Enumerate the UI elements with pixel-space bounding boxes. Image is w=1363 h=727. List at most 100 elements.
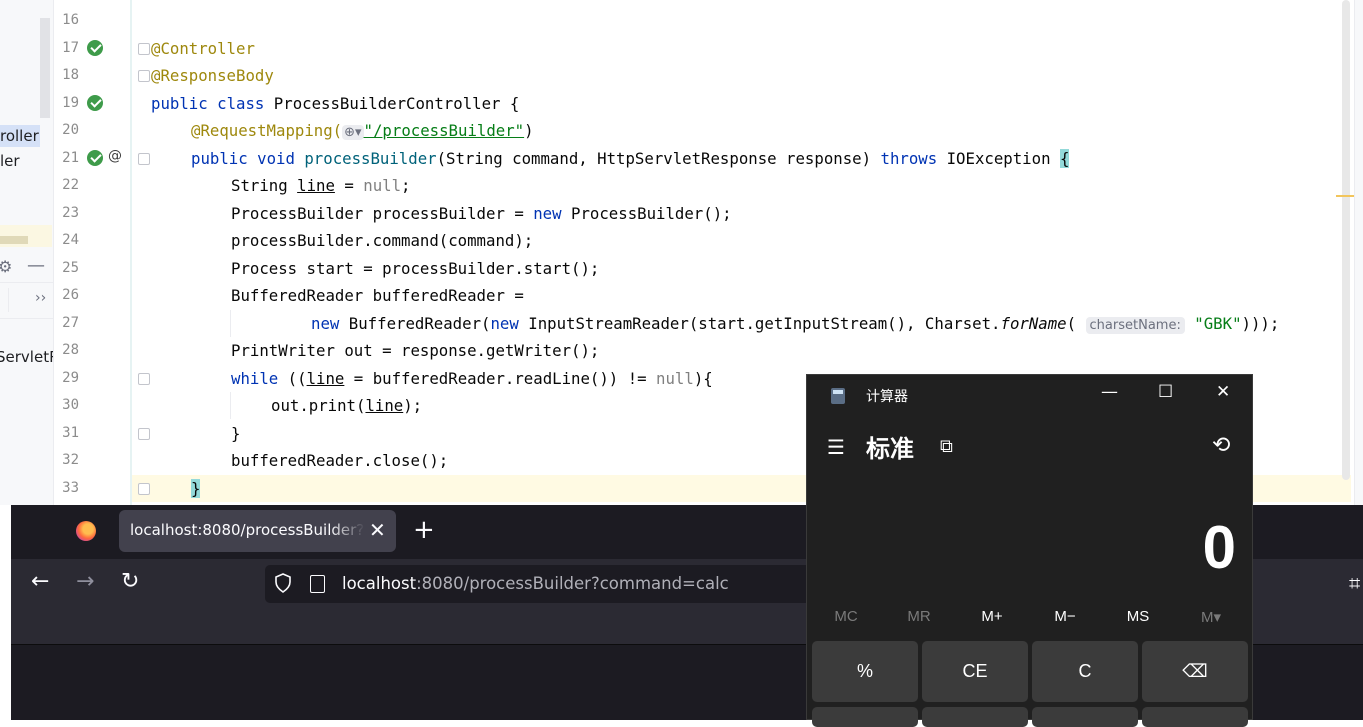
project-scrollbar[interactable]	[40, 18, 50, 118]
close-button[interactable]: ✕	[1216, 382, 1230, 402]
code-text: ){	[693, 369, 713, 388]
history-icon[interactable]: ⟲	[1212, 433, 1230, 458]
page-info-icon[interactable]	[310, 575, 325, 593]
memory-add-button[interactable]: M+	[956, 608, 1028, 625]
extensions-icon[interactable]: ⌗	[1349, 571, 1360, 595]
class-declaration: ProcessBuilderController {	[264, 94, 520, 113]
method-name: forName	[1000, 314, 1067, 333]
fold-marker-icon[interactable]	[138, 70, 150, 82]
code-text: PrintWriter out = response.getWriter();	[231, 341, 600, 360]
fold-marker-icon[interactable]	[138, 153, 150, 165]
calculator-key[interactable]	[1032, 707, 1138, 727]
string-literal: "GBK"	[1194, 314, 1242, 333]
new-tab-button[interactable]: +	[413, 515, 435, 545]
browser-tab[interactable]: localhost:8080/processBuilder?command=ca…	[119, 510, 396, 552]
code-text: ProcessBuilder processBuilder =	[231, 204, 534, 223]
gear-icon[interactable]: ⚙	[0, 257, 12, 276]
spring-bean-icon[interactable]	[87, 95, 103, 111]
url-text[interactable]: localhost:8080/processBuilder?command=ca…	[342, 574, 729, 593]
close-tab-icon[interactable]: ✕	[369, 518, 386, 542]
matched-brace: {	[1059, 149, 1070, 168]
code-text: (String command, HttpServletResponse res…	[436, 149, 881, 168]
code-editor[interactable]: @Controller @ResponseBody public class P…	[151, 0, 1279, 498]
string-literal[interactable]: "/processBuilder"	[364, 121, 525, 140]
spring-bean-icon[interactable]	[87, 40, 103, 56]
chevron-more-icon[interactable]: ››	[35, 290, 46, 306]
line-number: 31	[62, 425, 79, 441]
code-line-32: bufferedReader.close();	[231, 447, 448, 474]
code-text: }	[231, 424, 241, 443]
code-text: (	[1066, 314, 1077, 333]
url-bar[interactable]: localhost:8080/processBuilder?command=ca…	[265, 565, 825, 603]
keyword: throws	[880, 149, 938, 168]
memory-clear-button[interactable]: MC	[810, 608, 882, 625]
panel-divider	[0, 282, 53, 283]
memory-list-button[interactable]: M▾	[1175, 608, 1247, 626]
keyword: class	[217, 94, 265, 113]
project-item-controller[interactable]: roller	[0, 125, 40, 147]
variable: line	[306, 369, 345, 388]
annotation-at-icon[interactable]: @	[108, 148, 122, 164]
calculator-window: 计算器 — ☐ ✕ ☰ 标准 ⧉ ⟲ 0 MC MR M+ M− MS M▾ %…	[806, 374, 1254, 727]
globe-chevron-icon[interactable]: ⊕▾	[342, 125, 364, 140]
project-progress-bar	[0, 236, 28, 244]
memory-recall-button[interactable]: MR	[883, 608, 955, 625]
reload-button[interactable]: ↻	[121, 569, 139, 594]
code-line-18: @ResponseBody	[151, 62, 274, 89]
hamburger-menu-icon[interactable]: ☰	[827, 435, 845, 459]
code-text: processBuilder.command(command);	[231, 231, 534, 250]
project-item-handler[interactable]: ler	[0, 150, 20, 172]
title-bar[interactable]: 计算器 — ☐ ✕	[807, 375, 1254, 417]
code-line-29: while ((line = bufferedReader.readLine()…	[231, 365, 713, 392]
code-line-20: @RequestMapping(⊕▾ "/processBuilder")	[191, 117, 534, 144]
clear-entry-key[interactable]: CE	[922, 641, 1028, 702]
calculator-app-icon	[831, 388, 845, 404]
editor-scrollbar[interactable]	[1342, 0, 1350, 480]
clear-key[interactable]: C	[1032, 641, 1138, 702]
panel-divider	[8, 288, 9, 312]
code-text: out.print(	[271, 396, 366, 415]
backspace-key[interactable]: ⌫	[1142, 641, 1248, 702]
warning-marker[interactable]	[1336, 195, 1354, 197]
parameter-hint: charsetName:	[1085, 317, 1185, 334]
code-text: String	[231, 176, 298, 195]
line-number: 30	[62, 397, 79, 413]
fold-marker-icon[interactable]	[138, 428, 150, 440]
code-line-23: ProcessBuilder processBuilder = new Proc…	[231, 200, 732, 227]
line-number: 18	[62, 67, 79, 83]
code-text: )));	[1241, 314, 1280, 333]
line-number: 29	[62, 370, 79, 386]
shield-icon[interactable]	[275, 573, 291, 593]
spring-mapping-icon[interactable]	[87, 150, 103, 166]
calculator-key[interactable]	[922, 707, 1028, 727]
line-number: 17	[62, 40, 79, 56]
code-line-24: processBuilder.command(command);	[231, 227, 533, 254]
line-number: 33	[62, 480, 79, 496]
panel-divider	[0, 318, 53, 319]
code-line-30: out.print(line);	[271, 392, 422, 419]
code-text: );	[403, 396, 423, 415]
project-item-servlet[interactable]: ServletR	[0, 346, 53, 368]
minimize-panel-icon[interactable]: —	[27, 255, 45, 276]
fold-marker-icon[interactable]	[138, 43, 150, 55]
code-text: BufferedReader bufferedReader =	[231, 286, 524, 305]
keep-on-top-icon[interactable]: ⧉	[940, 436, 953, 457]
back-button[interactable]: ←	[31, 569, 49, 594]
memory-subtract-button[interactable]: M−	[1029, 608, 1101, 625]
memory-store-button[interactable]: MS	[1102, 608, 1174, 625]
code-text: BufferedReader(	[339, 314, 491, 333]
line-number: 27	[62, 315, 79, 331]
keyword: new	[533, 204, 562, 223]
code-line-33: }	[191, 475, 201, 502]
forward-button[interactable]: →	[76, 569, 94, 594]
fold-marker-icon[interactable]	[138, 483, 150, 495]
minimize-button[interactable]: —	[1101, 382, 1118, 402]
fold-marker-icon[interactable]	[138, 373, 150, 385]
calculator-header: ☰ 标准 ⧉ ⟲	[807, 425, 1254, 469]
firefox-logo-icon[interactable]	[76, 521, 96, 541]
maximize-button[interactable]: ☐	[1158, 382, 1173, 402]
calculator-key[interactable]	[1142, 707, 1248, 727]
calculator-key[interactable]	[812, 707, 918, 727]
percent-key[interactable]: %	[812, 641, 918, 702]
variable: line	[297, 176, 335, 195]
